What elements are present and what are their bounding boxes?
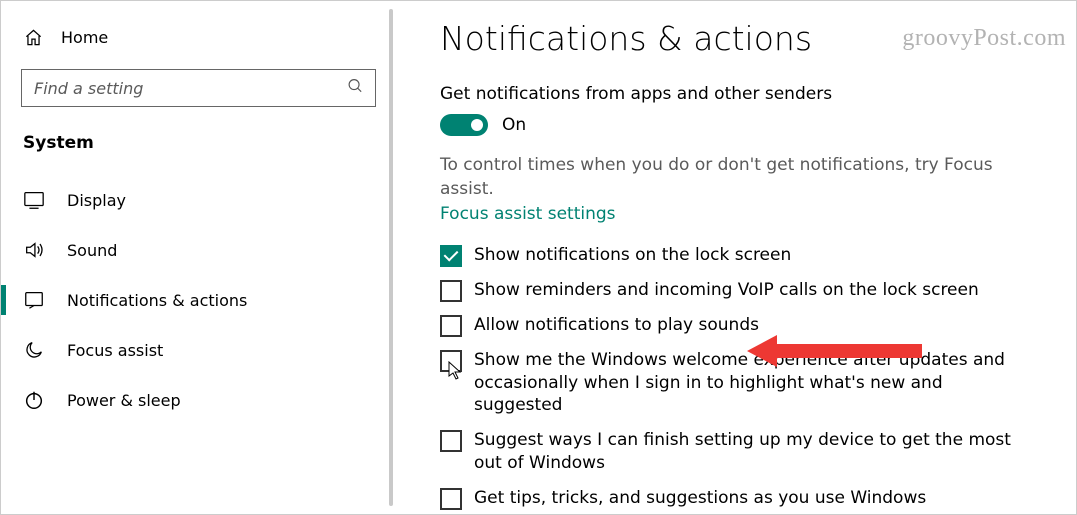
home-icon (23, 27, 43, 47)
home-button[interactable]: Home (1, 21, 396, 63)
toggle-state-label: On (502, 115, 526, 135)
checkbox-icon (440, 245, 462, 267)
checkbox-reminders-voip[interactable]: Show reminders and incoming VoIP calls o… (440, 279, 1032, 302)
sidebar-item-label: Focus assist (67, 341, 163, 360)
checkbox-welcome-experience[interactable]: Show me the Windows welcome experience a… (440, 349, 1032, 418)
checkbox-setup-suggestions[interactable]: Suggest ways I can finish setting up my … (440, 429, 1032, 475)
sidebar-item-sound[interactable]: Sound (1, 225, 396, 275)
watermark: groovyPost.com (902, 25, 1066, 52)
sound-icon (23, 239, 45, 261)
sidebar-item-label: Notifications & actions (67, 291, 247, 310)
focus-assist-link[interactable]: Focus assist settings (440, 204, 616, 224)
checkbox-icon (440, 280, 462, 302)
moon-icon (23, 339, 45, 361)
search-input[interactable] (21, 69, 376, 107)
toggle-heading: Get notifications from apps and other se… (440, 84, 1032, 104)
checkbox-icon (440, 315, 462, 337)
checkbox-tips-tricks[interactable]: Get tips, tricks, and suggestions as you… (440, 487, 1032, 510)
sidebar-item-notifications[interactable]: Notifications & actions (1, 275, 396, 325)
sidebar-item-power-sleep[interactable]: Power & sleep (1, 375, 396, 425)
scrollbar[interactable] (389, 9, 393, 506)
checkbox-icon (440, 430, 462, 452)
sidebar-item-focus-assist[interactable]: Focus assist (1, 325, 396, 375)
notifications-icon (23, 289, 45, 311)
focus-assist-hint: To control times when you do or don't ge… (440, 154, 1032, 202)
sidebar-item-label: Display (67, 191, 126, 210)
sidebar: Home System Display (1, 1, 396, 514)
sidebar-item-display[interactable]: Display (1, 175, 396, 225)
search-box (21, 69, 376, 107)
notifications-toggle[interactable] (440, 114, 488, 136)
checkbox-label: Show reminders and incoming VoIP calls o… (474, 279, 979, 302)
checkbox-icon (440, 350, 462, 372)
main-content: groovyPost.com Notifications & actions G… (396, 1, 1076, 514)
checkbox-play-sounds[interactable]: Allow notifications to play sounds (440, 314, 1032, 337)
section-title: System (1, 125, 396, 175)
home-label: Home (61, 28, 108, 47)
checkbox-label: Suggest ways I can finish setting up my … (474, 429, 1032, 475)
sidebar-item-label: Power & sleep (67, 391, 181, 410)
checkbox-label: Show notifications on the lock screen (474, 244, 791, 267)
sidebar-item-label: Sound (67, 241, 117, 260)
display-icon (23, 189, 45, 211)
checkbox-lock-screen-notifications[interactable]: Show notifications on the lock screen (440, 244, 1032, 267)
power-icon (23, 389, 45, 411)
checkbox-icon (440, 488, 462, 510)
checkbox-label: Allow notifications to play sounds (474, 314, 759, 337)
checkbox-label: Get tips, tricks, and suggestions as you… (474, 487, 926, 510)
checkbox-label: Show me the Windows welcome experience a… (474, 349, 1032, 418)
